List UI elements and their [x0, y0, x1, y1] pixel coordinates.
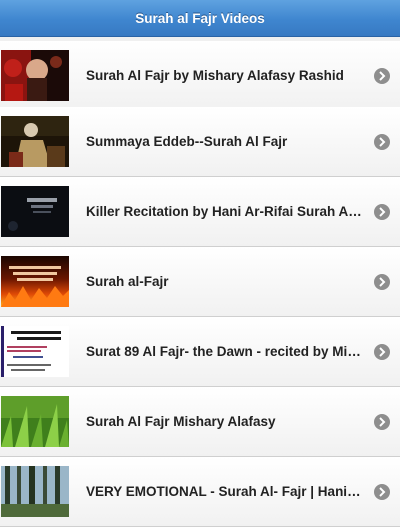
chevron-right-icon[interactable]: [374, 483, 390, 500]
video-thumbnail: [1, 50, 69, 101]
app-header: Surah al Fajr Videos: [0, 0, 400, 37]
list-item[interactable]: Killer Recitation by Hani Ar-Rifai Surah…: [0, 177, 400, 247]
video-thumbnail: [1, 326, 69, 377]
video-title: Surah Al Fajr by Mishary Alafasy Rashid: [86, 68, 344, 83]
list-item[interactable]: VERY EMOTIONAL - Surah Al- Fajr | Hani A…: [0, 457, 400, 527]
video-title: VERY EMOTIONAL - Surah Al- Fajr | Hani A…: [86, 484, 362, 499]
chevron-right-icon[interactable]: [374, 343, 390, 360]
chevron-right-icon[interactable]: [374, 413, 390, 430]
video-title: Surah Al Fajr Mishary Alafasy: [86, 414, 276, 429]
chevron-right-icon[interactable]: [374, 273, 390, 290]
video-thumbnail: [1, 116, 69, 167]
video-list: Surah Al Fajr by Mishary Alafasy Rashid …: [0, 37, 400, 527]
list-item[interactable]: Surah Al Fajr by Mishary Alafasy Rashid: [0, 41, 400, 111]
list-item[interactable]: Summaya Eddeb--Surah Al Fajr: [0, 107, 400, 177]
chevron-right-icon[interactable]: [374, 133, 390, 150]
list-item[interactable]: Surat 89 Al Fajr- the Dawn - recited by …: [0, 317, 400, 387]
video-thumbnail: [1, 256, 69, 307]
video-title: Surat 89 Al Fajr- the Dawn - recited by …: [86, 344, 362, 359]
video-thumbnail: [1, 396, 69, 447]
chevron-right-icon[interactable]: [374, 67, 390, 84]
list-item[interactable]: Surah Al Fajr Mishary Alafasy: [0, 387, 400, 457]
video-title: Killer Recitation by Hani Ar-Rifai Surah…: [86, 204, 362, 219]
video-thumbnail: [1, 186, 69, 237]
chevron-right-icon[interactable]: [374, 203, 390, 220]
video-title: Surah al-Fajr: [86, 274, 169, 289]
video-title: Summaya Eddeb--Surah Al Fajr: [86, 134, 288, 149]
video-thumbnail: [1, 466, 69, 517]
list-item[interactable]: Surah al-Fajr: [0, 247, 400, 317]
header-title: Surah al Fajr Videos: [135, 10, 265, 26]
